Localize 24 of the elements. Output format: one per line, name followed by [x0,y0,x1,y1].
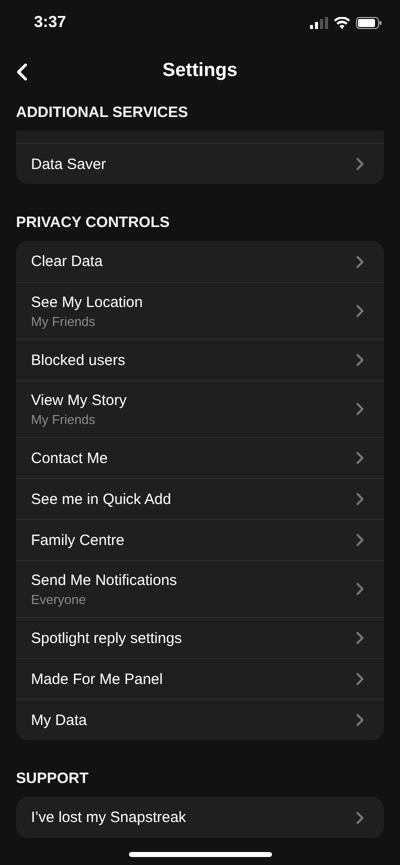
screen-title: Settings [162,60,238,82]
row-label: Spotlight reply settings [31,630,182,646]
row-label: My Data [31,712,87,728]
signal-icon [310,17,328,29]
row-label: Made For Me Panel [31,670,163,688]
section-header: PRIVACY CONTROLS [15,213,171,233]
battery-icon [356,17,382,29]
row-label: Send Me Notifications [31,572,177,588]
row-label: See me in Quick Add [31,490,172,508]
status-time: 3:37 [34,14,66,32]
row-value: My Friends [31,314,96,328]
section-header: SUPPORT [15,769,90,789]
row-label: Clear Data [31,253,103,270]
row-label: Data Saver [31,156,106,172]
row-label: I’ve lost my Snapstreak [31,809,186,826]
row-label: Family Centre [31,532,124,548]
row-label: View My Story [31,392,127,408]
wifi-icon [334,17,350,29]
row-label: Blocked users [31,352,126,368]
row-label: Contact Me [31,450,108,466]
row-value: Everyone [31,592,87,606]
section-header: ADDITIONAL SERVICES [15,103,189,123]
row-value: My Friends [31,412,96,426]
row-label: See My Location [31,294,143,310]
